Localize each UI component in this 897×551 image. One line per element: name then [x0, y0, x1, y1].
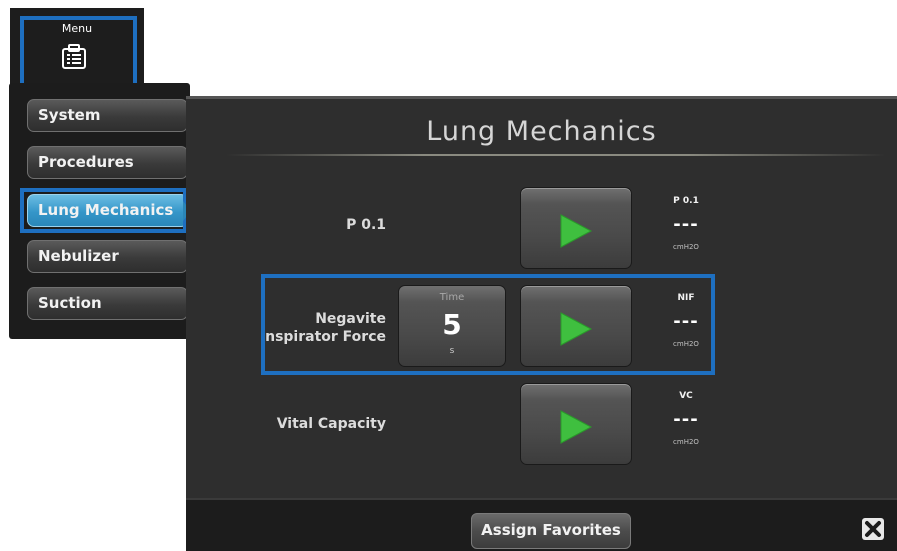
readout-name: VC	[679, 391, 693, 401]
clipboard-list-icon	[62, 44, 86, 69]
readout-unit: cmH2O	[673, 438, 699, 446]
readout-name: P 0.1	[673, 196, 699, 206]
nif-row-highlight	[261, 274, 715, 375]
sidebar-item-nebulizer[interactable]: Nebulizer	[27, 240, 188, 273]
readout-value: ---	[673, 409, 699, 430]
sidebar-item-suction[interactable]: Suction	[27, 287, 188, 320]
title-divider	[226, 154, 886, 156]
menu-label: Menu	[61, 22, 93, 35]
close-button[interactable]	[862, 518, 884, 540]
play-icon	[560, 214, 593, 248]
sidebar-item-system[interactable]: System	[27, 99, 188, 132]
footer-bar: Assign Favorites	[186, 498, 897, 551]
assign-favorites-button[interactable]: Assign Favorites	[471, 513, 631, 549]
play-icon	[560, 410, 593, 444]
vc-readout: VC --- cmH2O	[656, 391, 716, 446]
active-item-highlight	[20, 188, 187, 233]
p01-readout: P 0.1 --- cmH2O	[656, 196, 716, 251]
readout-value: ---	[673, 214, 699, 235]
close-icon	[865, 521, 881, 537]
p01-start-button[interactable]	[520, 187, 632, 269]
vc-label: Vital Capacity	[276, 416, 386, 432]
menu-button[interactable]: Menu	[10, 8, 144, 92]
readout-unit: cmH2O	[673, 243, 699, 251]
vc-start-button[interactable]	[520, 383, 632, 465]
page-title: Lung Mechanics	[426, 116, 657, 147]
sidebar-item-procedures[interactable]: Procedures	[27, 146, 188, 179]
p01-label: P 0.1	[346, 217, 386, 233]
